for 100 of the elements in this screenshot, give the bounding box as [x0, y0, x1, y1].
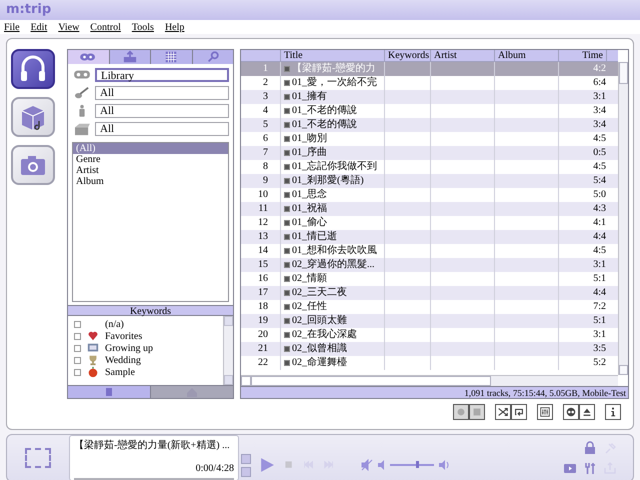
- category-item[interactable]: (All): [73, 143, 228, 154]
- checkbox[interactable]: [284, 248, 290, 254]
- column-header[interactable]: Artist: [431, 50, 495, 61]
- checkbox[interactable]: [74, 320, 81, 328]
- browser-tab[interactable]: [151, 50, 192, 64]
- table-row[interactable]: 3 01_擁有 3:1: [241, 90, 618, 104]
- checkbox[interactable]: [284, 94, 290, 100]
- filter-field[interactable]: Library: [95, 68, 229, 82]
- browser-tab[interactable]: [192, 50, 233, 64]
- checkbox[interactable]: [284, 220, 290, 226]
- mute-icon[interactable]: [361, 459, 373, 471]
- checkbox[interactable]: [74, 356, 81, 364]
- track-title: 01_偷心: [292, 216, 327, 230]
- side-button[interactable]: [583, 441, 597, 455]
- table-row[interactable]: 9 01_剎那愛(粵語) 5:4: [241, 174, 618, 188]
- menu-item[interactable]: Edit: [30, 20, 48, 34]
- toolbar-button[interactable]: [511, 404, 527, 420]
- track-time: 6:4: [592, 76, 607, 90]
- checkbox[interactable]: [284, 234, 290, 240]
- checkbox[interactable]: [284, 332, 290, 338]
- column-header[interactable]: Album: [495, 50, 559, 61]
- scrollbar[interactable]: [618, 62, 628, 375]
- table-row[interactable]: 7 01_序曲 0:5: [241, 146, 618, 160]
- checkbox[interactable]: [284, 164, 290, 170]
- table-row[interactable]: 17 02_三天二夜 4:4: [241, 286, 618, 300]
- checkbox[interactable]: [284, 206, 290, 212]
- now-playing-title: 【梁靜茹-戀愛的力量(新歌+精選) ...: [74, 438, 231, 453]
- panel-button[interactable]: [68, 386, 150, 398]
- checkbox[interactable]: [74, 332, 81, 340]
- track-title: 02_情願: [292, 272, 327, 286]
- menu-item[interactable]: Control: [90, 20, 121, 34]
- row-number: 8: [262, 160, 269, 174]
- row-number: 20: [257, 328, 269, 342]
- checkbox[interactable]: [284, 80, 290, 86]
- browser-tab[interactable]: [68, 50, 108, 64]
- menu-item[interactable]: Help: [164, 20, 184, 34]
- track-time: 4:5: [592, 132, 607, 146]
- column-header[interactable]: Title: [281, 50, 385, 61]
- row-number: 5: [262, 118, 269, 132]
- toolbar-button[interactable]: [579, 404, 595, 420]
- row-number: 21: [257, 342, 269, 356]
- track-time: 3:5: [592, 342, 607, 356]
- track-time: 5:1: [592, 272, 607, 286]
- browser-tab[interactable]: [110, 50, 150, 64]
- track-title: 02_似曾相識: [292, 342, 347, 356]
- table-row[interactable]: 15 02_穿過你的黑髮... 3:1: [241, 258, 618, 272]
- row-number: 3: [262, 90, 269, 104]
- column-header[interactable]: Keywords: [385, 50, 431, 61]
- row-number: 15: [257, 258, 269, 272]
- track-time: 3:4: [592, 118, 607, 132]
- keyword-label: Sample: [105, 366, 135, 380]
- checkbox[interactable]: [284, 290, 290, 296]
- filter-field[interactable]: All: [95, 104, 229, 118]
- table-row[interactable]: 21 02_似曾相識 3:5: [241, 342, 618, 356]
- checkbox[interactable]: [284, 262, 290, 268]
- toolbar-button[interactable]: [495, 404, 511, 420]
- checkbox[interactable]: [284, 304, 290, 310]
- transport-button[interactable]: [259, 457, 275, 473]
- fullscreen-icon[interactable]: [25, 448, 51, 468]
- checkbox[interactable]: [284, 122, 290, 128]
- row-number: 2: [262, 76, 269, 90]
- table-row[interactable]: 13 01_情已逝 4:4: [241, 230, 618, 244]
- track-time: 3:1: [592, 328, 607, 342]
- checkbox[interactable]: [284, 108, 290, 114]
- track-time: 0:5: [592, 146, 607, 160]
- checkbox[interactable]: [284, 346, 290, 352]
- table-row[interactable]: 5 01_不老的傳說 3:4: [241, 118, 618, 132]
- menu-item[interactable]: File: [4, 20, 20, 34]
- menu-item[interactable]: View: [58, 20, 80, 34]
- checkbox[interactable]: [284, 192, 290, 198]
- toolbar-button[interactable]: [605, 404, 621, 420]
- row-number: 19: [257, 314, 269, 328]
- category-item[interactable]: Artist: [73, 165, 228, 176]
- checkbox[interactable]: [284, 66, 290, 72]
- scrollbar[interactable]: [241, 375, 618, 386]
- row-number: 14: [257, 244, 269, 258]
- table-row[interactable]: 19 02_回頭太難 5:1: [241, 314, 618, 328]
- checkbox[interactable]: [284, 150, 290, 156]
- checkbox[interactable]: [284, 360, 290, 366]
- filter-field[interactable]: All: [95, 86, 229, 100]
- scrollbar[interactable]: [223, 316, 233, 385]
- side-button[interactable]: [583, 461, 597, 475]
- checkbox[interactable]: [74, 368, 81, 376]
- track-time: 5:1: [592, 314, 607, 328]
- checkbox[interactable]: [284, 276, 290, 282]
- menu-item[interactable]: Tools: [132, 20, 154, 34]
- category-item[interactable]: Album: [73, 176, 228, 187]
- track-title: 02_在我心深處: [292, 328, 357, 342]
- toolbar-button[interactable]: [563, 404, 579, 420]
- filter-field[interactable]: All: [95, 122, 229, 136]
- category-item[interactable]: Genre: [73, 154, 228, 165]
- mode-button[interactable]: [11, 49, 55, 89]
- table-row[interactable]: 11 01_祝福 4:3: [241, 202, 618, 216]
- toolbar-button[interactable]: [537, 404, 553, 420]
- side-button[interactable]: [563, 461, 577, 475]
- checkbox[interactable]: [74, 344, 81, 352]
- checkbox[interactable]: [284, 318, 290, 324]
- checkbox[interactable]: [284, 178, 290, 184]
- column-header[interactable]: Time: [559, 50, 607, 61]
- checkbox[interactable]: [284, 136, 290, 142]
